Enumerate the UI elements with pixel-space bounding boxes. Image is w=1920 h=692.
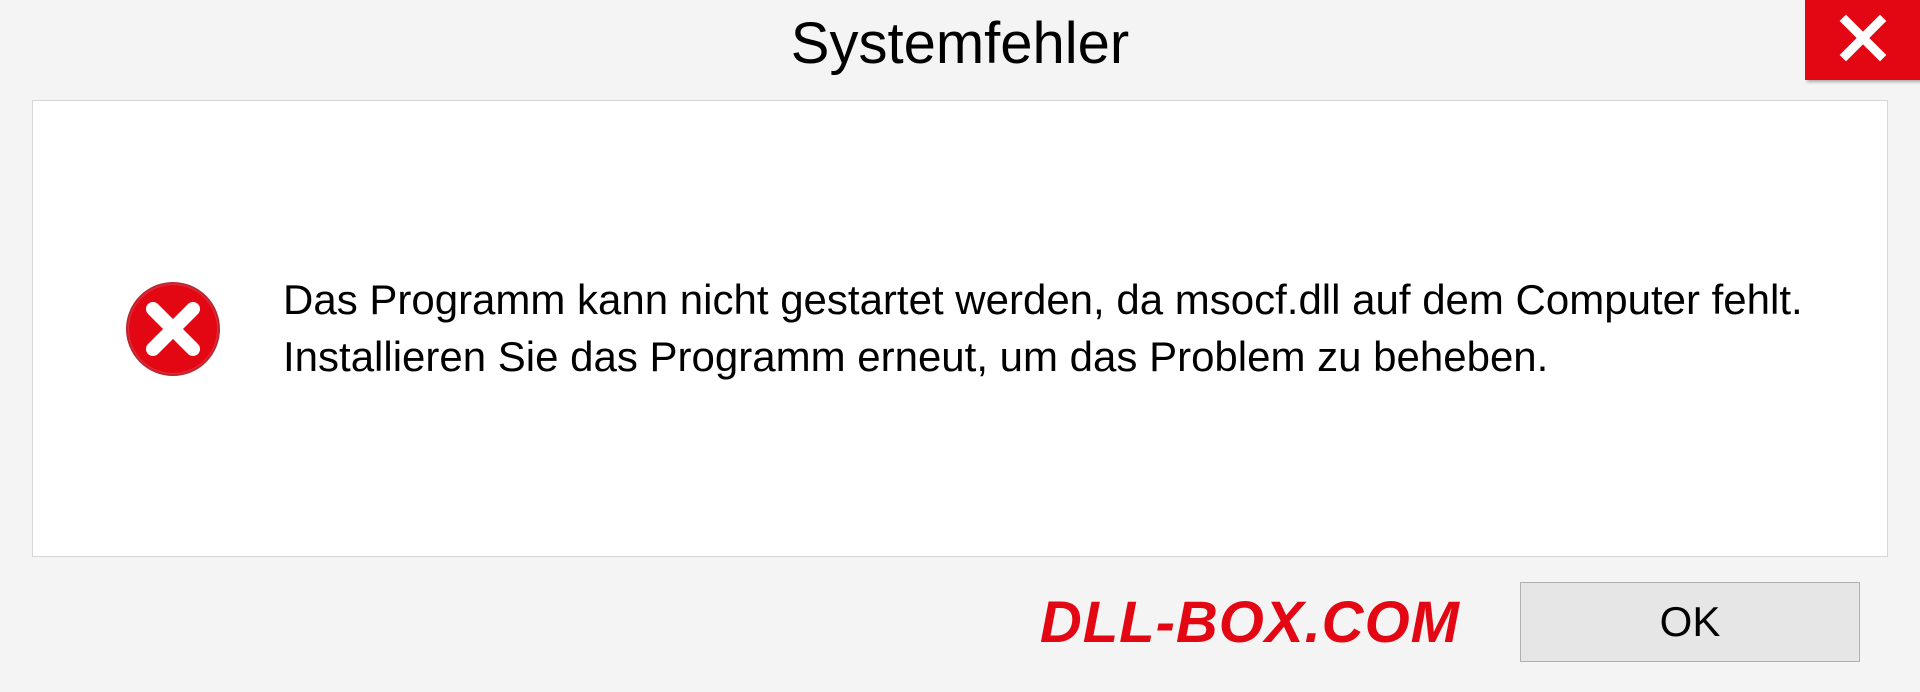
- close-button[interactable]: [1805, 0, 1920, 80]
- dialog-title: Systemfehler: [791, 10, 1129, 77]
- error-dialog: Systemfehler Das Programm kann nicht ges…: [0, 0, 1920, 692]
- error-icon: [123, 279, 223, 379]
- titlebar: Systemfehler: [0, 0, 1920, 90]
- ok-button[interactable]: OK: [1520, 582, 1860, 662]
- content-panel: Das Programm kann nicht gestartet werden…: [32, 100, 1888, 557]
- dialog-footer: DLL-BOX.COM OK: [0, 557, 1920, 692]
- error-message: Das Programm kann nicht gestartet werden…: [283, 272, 1807, 385]
- watermark-text: DLL-BOX.COM: [1040, 589, 1460, 656]
- close-icon: [1838, 13, 1888, 68]
